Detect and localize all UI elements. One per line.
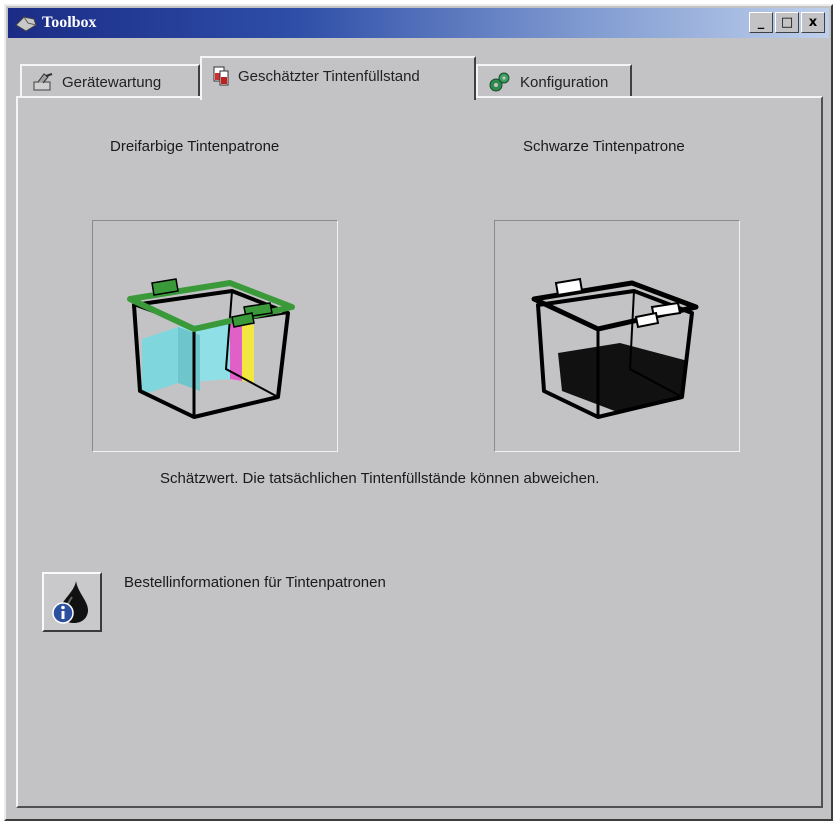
maximize-button[interactable]: □: [775, 12, 799, 33]
order-info-label: Bestellinformationen für Tintenpatronen: [124, 574, 386, 591]
ink-level-panel: Dreifarbige Tintenpatrone Schwarze Tinte…: [16, 96, 823, 808]
color-cartridge-icon: [127, 278, 295, 419]
toolbox-window: Toolbox _ □ x Gerätewartung Geschätzter …: [4, 4, 833, 821]
minimize-button[interactable]: _: [749, 12, 773, 33]
color-cartridge-label: Dreifarbige Tintenpatrone: [110, 138, 280, 155]
order-info-button[interactable]: [42, 572, 102, 632]
tab-maintenance[interactable]: Gerätewartung: [20, 64, 200, 98]
toolbox-icon: [15, 16, 37, 32]
color-cartridge-box: [92, 220, 338, 452]
title-bar[interactable]: Toolbox _ □ x: [8, 8, 829, 38]
tab-label: Gerätewartung: [62, 73, 162, 91]
tab-label: Geschätzter Tintenfüllstand: [238, 67, 420, 85]
ink-level-icon: [213, 66, 229, 86]
maintenance-icon: [33, 73, 53, 91]
disclaimer-text: Schätzwert. Die tatsächlichen Tintenfüll…: [160, 470, 600, 487]
tab-label: Konfiguration: [520, 73, 609, 91]
black-cartridge-box: [494, 220, 740, 452]
tab-ink-level[interactable]: Geschätzter Tintenfüllstand: [200, 56, 476, 100]
black-cartridge-icon: [531, 277, 699, 419]
window-title: Toolbox: [42, 14, 97, 31]
close-button[interactable]: x: [801, 12, 825, 33]
configuration-icon: [489, 72, 510, 92]
tab-configuration[interactable]: Konfiguration: [476, 64, 632, 98]
ink-drop-info-icon: [52, 581, 88, 624]
black-cartridge-label: Schwarze Tintenpatrone: [523, 138, 685, 155]
